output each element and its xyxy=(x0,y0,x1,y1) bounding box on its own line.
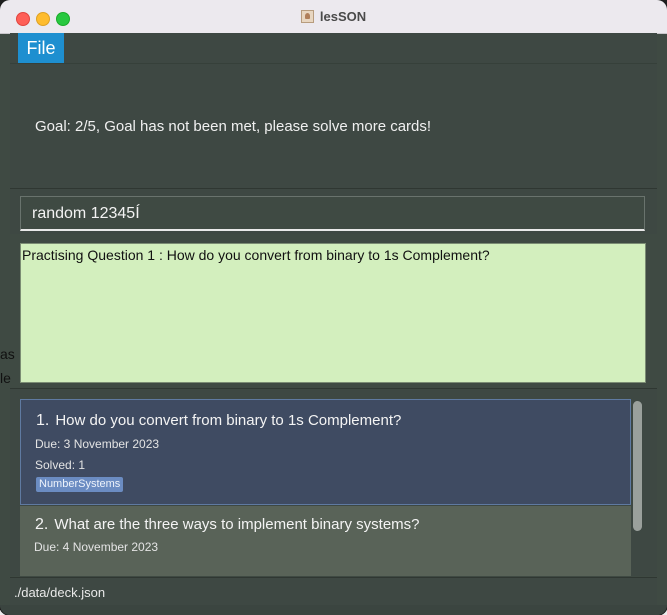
window-title-text: lesSON xyxy=(319,9,367,24)
card-solved-count: Solved: 1 xyxy=(35,458,86,472)
app-window: lesSON File Goal: 2/5, Goal has not been… xyxy=(0,0,667,615)
window-bottom-edge xyxy=(0,605,667,615)
card-question: 1. How do you convert from binary to 1s C… xyxy=(36,412,401,430)
command-area: random 12345Í xyxy=(10,189,657,234)
card-list[interactable]: 1. How do you convert from binary to 1s C… xyxy=(10,389,657,576)
card-question: 2. What are the three ways to implement b… xyxy=(35,516,420,534)
window-title: lesSON xyxy=(0,9,667,24)
command-input-value: random 12345Í xyxy=(32,205,140,222)
goal-panel: Goal: 2/5, Goal has not been met, please… xyxy=(10,64,657,189)
background-text-fragment: le xyxy=(0,370,11,386)
card-list-item[interactable]: 2. What are the three ways to implement b… xyxy=(20,506,631,576)
data-file-path: ./data/deck.json xyxy=(14,585,106,600)
command-input[interactable]: random 12345Í xyxy=(20,196,645,231)
file-menu[interactable]: File xyxy=(18,33,64,63)
card-due-date: Due: 4 November 2023 xyxy=(34,540,159,554)
goal-text: Goal: 2/5, Goal has not been met, please… xyxy=(35,118,432,135)
background-text-fragment: as xyxy=(0,346,15,362)
card-list-scrollbar[interactable] xyxy=(633,401,642,531)
card-question-text: What are the three ways to implement bin… xyxy=(54,516,420,533)
title-bar[interactable]: lesSON xyxy=(0,0,667,34)
status-bar: ./data/deck.json xyxy=(10,577,657,606)
card-list-item-selected[interactable]: 1. How do you convert from binary to 1s C… xyxy=(20,399,631,505)
app-icon xyxy=(300,10,314,23)
card-index: 2. xyxy=(35,516,49,533)
card-index: 1. xyxy=(36,412,50,429)
result-display[interactable]: Practising Question 1 : How do you conve… xyxy=(20,243,646,383)
menu-bar: File xyxy=(10,33,657,64)
card-due-date: Due: 3 November 2023 xyxy=(35,437,160,451)
card-question-text: How do you convert from binary to 1s Com… xyxy=(55,412,402,429)
card-tag: NumberSystems xyxy=(36,477,124,492)
result-text: Practising Question 1 : How do you conve… xyxy=(22,247,490,263)
